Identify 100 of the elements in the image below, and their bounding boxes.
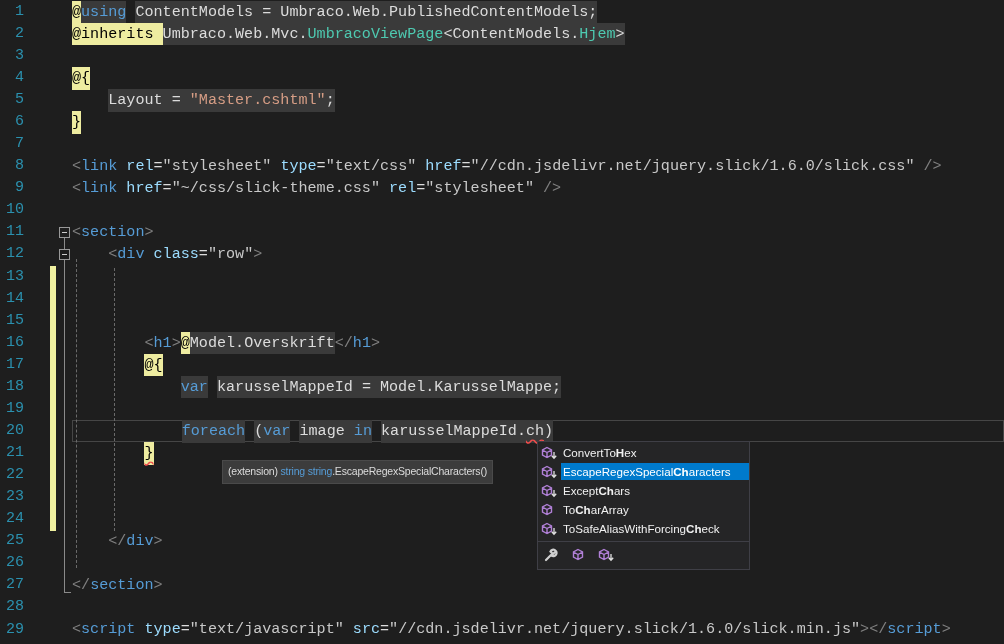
type-name: Hjem bbox=[579, 22, 616, 46]
code-token: <ContentModels. bbox=[443, 22, 580, 46]
tag-bracket: < bbox=[108, 244, 118, 266]
attribute-name: type bbox=[280, 156, 317, 178]
line-number: 18 bbox=[5, 376, 24, 397]
code-token: ContentModels = Umbraco.Web.PublishedContentModels; bbox=[135, 0, 598, 24]
line-number: 17 bbox=[5, 354, 24, 375]
tag-name: div bbox=[126, 531, 154, 553]
keyword: var bbox=[180, 375, 208, 399]
tag-name: h1 bbox=[153, 332, 172, 354]
line-number: 16 bbox=[5, 332, 24, 353]
extension-method-icon bbox=[541, 445, 558, 460]
tag-name: link bbox=[81, 156, 118, 178]
line-number: 7 bbox=[14, 134, 24, 155]
tag-bracket: /> bbox=[923, 156, 942, 178]
line-number: 14 bbox=[5, 288, 24, 309]
line-number: 12 bbox=[5, 244, 24, 265]
completion-item[interactable]: ConvertToHex bbox=[561, 444, 639, 461]
string-literal: "Master.cshtml" bbox=[189, 88, 326, 112]
tag-name: script bbox=[81, 619, 136, 641]
code-token: karusselMappeId = Model.KarusselMappe; bbox=[216, 375, 562, 399]
tag-bracket: < bbox=[144, 332, 154, 354]
type-name: UmbracoViewPage bbox=[307, 22, 444, 46]
tag-name: h1 bbox=[352, 332, 371, 354]
tag-bracket: < bbox=[72, 156, 82, 178]
attribute-name: rel bbox=[389, 178, 417, 200]
razor-marker: } bbox=[72, 111, 82, 134]
attribute-value: "text/javascript" bbox=[189, 619, 344, 641]
attribute-value: "//cdn.jsdelivr.net/jquery.slick/1.6.0/slick.css" bbox=[470, 156, 915, 178]
line-number: 24 bbox=[5, 509, 24, 530]
line-number: 23 bbox=[5, 487, 24, 508]
code-token: = bbox=[416, 178, 426, 200]
completion-item[interactable]: ExceptChars bbox=[561, 482, 633, 499]
line-number: 8 bbox=[14, 156, 24, 177]
code-token: image bbox=[299, 419, 354, 443]
code-token: = bbox=[162, 178, 172, 200]
attribute-value: "stylesheet" bbox=[162, 156, 272, 178]
code-token: ; bbox=[325, 88, 335, 112]
line-number: 15 bbox=[5, 310, 24, 331]
tag-name: div bbox=[117, 244, 145, 266]
tag-bracket: </ bbox=[72, 575, 91, 597]
code-token: Layout = bbox=[108, 88, 190, 112]
razor-marker: @ bbox=[180, 331, 190, 355]
line-number: 25 bbox=[5, 531, 24, 552]
completion-item[interactable]: EscapeRegexSpecialCharacters bbox=[561, 463, 749, 480]
razor-marker: @inherits bbox=[72, 22, 163, 46]
razor-marker: @ bbox=[72, 0, 82, 24]
extension-method-icon[interactable] bbox=[598, 548, 615, 562]
line-number: 9 bbox=[14, 178, 24, 199]
extension-method-icon bbox=[541, 521, 558, 536]
attribute-name: rel bbox=[126, 156, 154, 178]
line-number: 11 bbox=[5, 222, 24, 243]
line-number: 2 bbox=[14, 23, 24, 44]
tag-bracket: > bbox=[941, 619, 951, 641]
tag-bracket: /> bbox=[543, 178, 562, 200]
code-token: = bbox=[461, 156, 471, 178]
keyword: using bbox=[81, 0, 127, 24]
tag-bracket: ></ bbox=[860, 619, 888, 641]
attribute-value: "text/css" bbox=[325, 156, 417, 178]
tag-name: section bbox=[81, 222, 145, 244]
razor-marker: @{ bbox=[144, 353, 163, 377]
line-number: 26 bbox=[5, 553, 24, 574]
tag-bracket: < bbox=[72, 222, 82, 244]
attribute-name: type bbox=[144, 619, 181, 641]
tag-name: script bbox=[887, 619, 942, 641]
code-token: ) bbox=[544, 419, 554, 443]
wrench-icon[interactable] bbox=[544, 548, 558, 562]
code-token: = bbox=[153, 156, 163, 178]
line-number: 21 bbox=[5, 443, 24, 464]
code-token: = bbox=[180, 619, 190, 641]
attribute-name: href bbox=[425, 156, 462, 178]
tag-bracket: </ bbox=[334, 332, 353, 354]
line-number: 1 bbox=[14, 1, 24, 22]
keyword: foreach bbox=[181, 419, 246, 443]
line-number: 6 bbox=[14, 112, 24, 133]
tag-name: link bbox=[81, 178, 118, 200]
tag-bracket: > bbox=[144, 222, 154, 244]
tag-bracket: > bbox=[171, 332, 181, 354]
tag-bracket: < bbox=[72, 619, 82, 641]
completion-item[interactable]: ToSafeAliasWithForcingCheck bbox=[561, 520, 722, 537]
attribute-value: "stylesheet" bbox=[425, 178, 534, 200]
tag-bracket: > bbox=[153, 531, 163, 553]
attribute-value: "~/css/slick-theme.css" bbox=[171, 178, 380, 200]
fold-toggle[interactable] bbox=[58, 249, 70, 261]
attribute-value: "//cdn.jsdelivr.net/jquery.slick/1.6.0/slick.min.js" bbox=[389, 619, 861, 641]
line-number: 19 bbox=[5, 398, 24, 419]
tag-bracket: < bbox=[72, 178, 82, 200]
keyword: var bbox=[263, 419, 291, 443]
fold-toggle[interactable] bbox=[58, 227, 70, 239]
line-number: 13 bbox=[5, 266, 24, 287]
completion-item[interactable]: ToCharArray bbox=[561, 501, 631, 518]
extension-method-icon bbox=[541, 464, 558, 479]
code-token: > bbox=[615, 22, 625, 46]
tag-bracket: > bbox=[253, 244, 263, 266]
code-token: Umbraco.Web.Mvc. bbox=[162, 22, 308, 46]
tag-name: section bbox=[90, 575, 154, 597]
cube-icon[interactable] bbox=[572, 548, 584, 562]
signature-tooltip: (extension) string string.EscapeRegexSpecialCharacters() bbox=[222, 460, 493, 484]
attribute-name: href bbox=[126, 178, 163, 200]
attribute-name: src bbox=[352, 619, 380, 641]
